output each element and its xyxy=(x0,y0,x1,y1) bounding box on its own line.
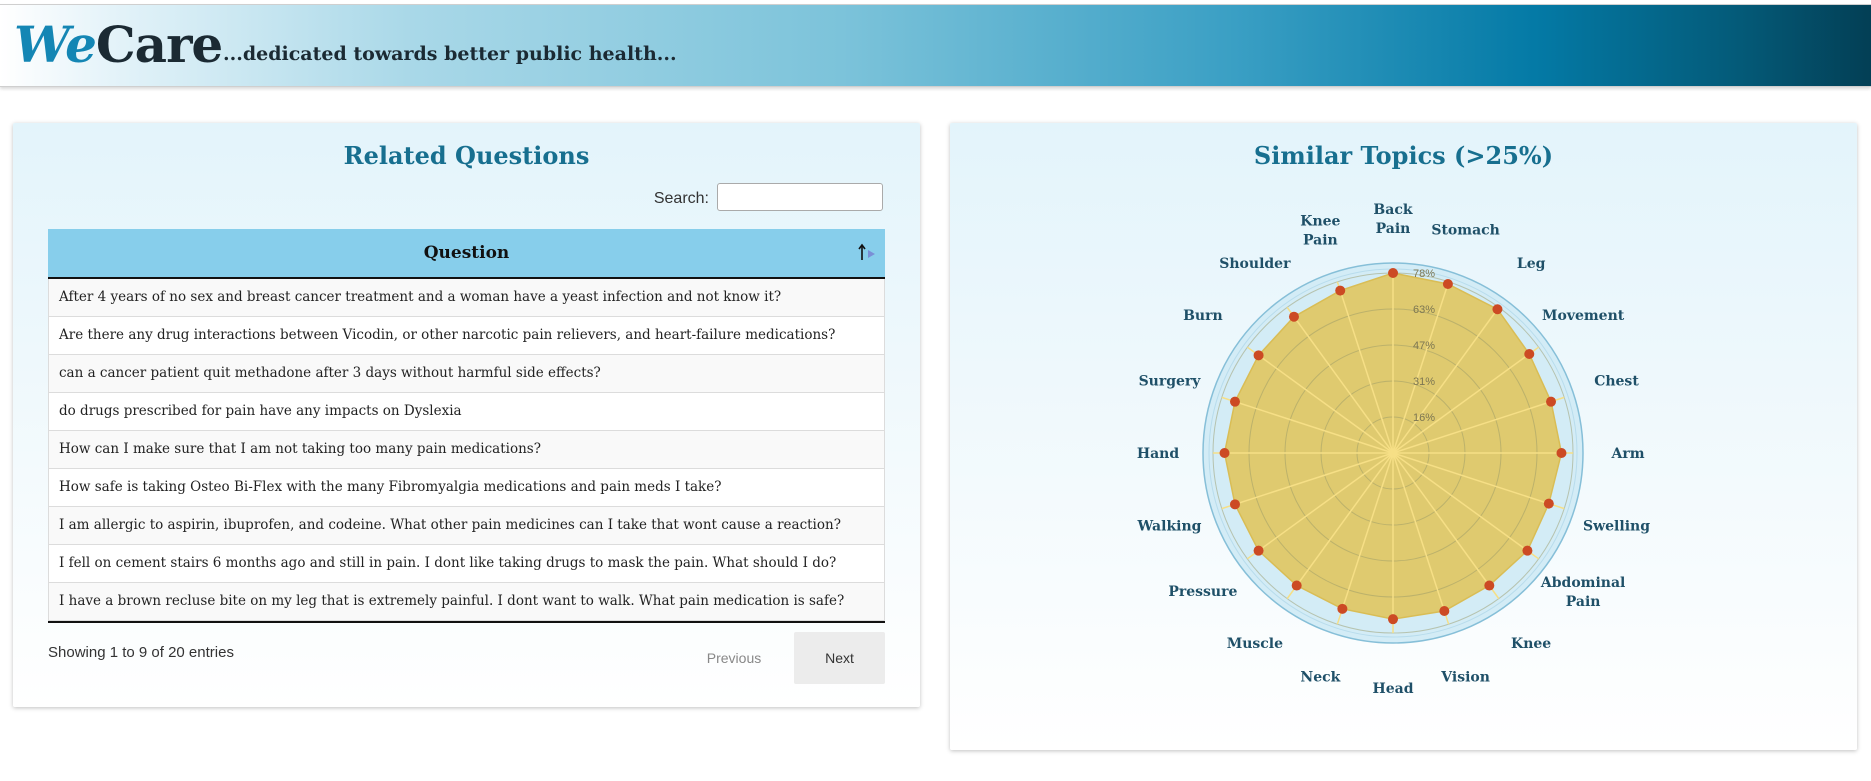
table-row[interactable]: Are there any drug interactions between … xyxy=(48,317,885,355)
question-column-header[interactable]: Question xyxy=(48,229,885,279)
radar-data-point xyxy=(1524,348,1535,359)
radar-category-label: Pressure xyxy=(1168,584,1237,600)
radar-category-label: Knee Pain xyxy=(1300,214,1340,249)
related-questions-panel: Related Questions Search: Question After… xyxy=(13,123,920,707)
radar-category-label: Abdominal Pain xyxy=(1540,575,1625,610)
radar-category-label: Stomach xyxy=(1431,223,1500,239)
radar-category-label: Swelling xyxy=(1583,519,1650,535)
questions-table: Question After 4 years of no sex and bre… xyxy=(48,229,885,623)
radar-data-point xyxy=(1522,545,1533,556)
radar-data-point xyxy=(1556,448,1567,458)
table-row[interactable]: After 4 years of no sex and breast cance… xyxy=(48,279,885,317)
radar-category-label: Arm xyxy=(1610,446,1644,462)
radar-category-label: Leg xyxy=(1517,256,1546,272)
radar-tick-label: 47% xyxy=(1413,340,1435,352)
table-row[interactable]: How can I make sure that I am not taking… xyxy=(48,431,885,469)
radar-category-label: Knee xyxy=(1511,636,1551,652)
similar-topics-panel: Similar Topics (>25%) 16% 31% 47% 63% 78% Bac… xyxy=(950,123,1857,750)
previous-button[interactable]: Previous xyxy=(692,632,776,684)
sort-ascending-icon[interactable] xyxy=(855,241,877,263)
radar-data-point xyxy=(1253,545,1264,556)
radar-data-point xyxy=(1337,603,1348,614)
radar-data-point xyxy=(1546,396,1557,407)
wecare-logo[interactable]: WeCare xyxy=(14,13,223,77)
radar-data-point xyxy=(1484,580,1495,591)
radar-data-point xyxy=(1229,499,1240,510)
radar-tick-label: 78% xyxy=(1413,268,1435,280)
radar-category-label: Burn xyxy=(1183,308,1223,324)
radar-category-label: Surgery xyxy=(1139,373,1202,389)
table-info: Showing 1 to 9 of 20 entries xyxy=(48,644,234,661)
table-row[interactable]: do drugs prescribed for pain have any im… xyxy=(48,393,885,431)
radar-tick-label: 16% xyxy=(1413,412,1435,424)
radar-category-label: Movement xyxy=(1542,308,1625,324)
table-row[interactable]: I fell on cement stairs 6 months ago and… xyxy=(48,545,885,583)
logo-we: We xyxy=(14,15,97,74)
radar-category-label: Head xyxy=(1373,681,1414,697)
questions-table-body: After 4 years of no sex and breast cance… xyxy=(48,279,885,623)
table-row[interactable]: How safe is taking Osteo Bi-Flex with th… xyxy=(48,469,885,507)
radar-data-point xyxy=(1253,350,1264,361)
radar-category-label: Shoulder xyxy=(1219,256,1291,272)
tagline: ...dedicated towards better public healt… xyxy=(223,43,677,65)
radar-data-point xyxy=(1335,285,1346,296)
radar-category-label: Muscle xyxy=(1227,636,1283,652)
radar-tick-label: 31% xyxy=(1413,376,1435,388)
radar-category-label: Walking xyxy=(1137,519,1202,535)
radar-category-label: Chest xyxy=(1594,373,1639,389)
search-label: Search: xyxy=(653,190,709,207)
radar-data-point xyxy=(1492,304,1503,315)
radar-data-point xyxy=(1388,268,1398,278)
radar-data-point xyxy=(1442,279,1453,290)
radar-category-label: Vision xyxy=(1440,669,1490,685)
radar-data-point xyxy=(1543,498,1554,509)
question-header-label: Question xyxy=(423,243,510,263)
radar-category-label: Hand xyxy=(1137,446,1179,462)
table-row[interactable]: I have a brown recluse bite on my leg th… xyxy=(48,583,885,621)
similar-topics-radar-chart: 16% 31% 47% 63% 78% Back Pain Stomach Leg Movemen… xyxy=(1137,202,1651,697)
site-header: WeCare ...dedicated towards better publi… xyxy=(0,4,1871,87)
radar-data-point xyxy=(1229,396,1240,407)
radar-data-point xyxy=(1388,614,1398,625)
search-input[interactable] xyxy=(717,183,883,211)
logo-care: Care xyxy=(95,15,223,74)
radar-data-point xyxy=(1291,580,1302,591)
table-row[interactable]: I am allergic to aspirin, ibuprofen, and… xyxy=(48,507,885,545)
radar-tick-label: 63% xyxy=(1413,304,1435,316)
radar-data-point xyxy=(1439,606,1450,617)
radar-category-label: Neck xyxy=(1300,669,1340,685)
related-questions-title: Related Questions xyxy=(343,141,590,170)
radar-data-point xyxy=(1219,448,1230,458)
next-button[interactable]: Next xyxy=(794,632,885,684)
table-row[interactable]: can a cancer patient quit methadone afte… xyxy=(48,355,885,393)
radar-data-point xyxy=(1288,311,1299,322)
radar-category-label: Back Pain xyxy=(1373,202,1412,237)
